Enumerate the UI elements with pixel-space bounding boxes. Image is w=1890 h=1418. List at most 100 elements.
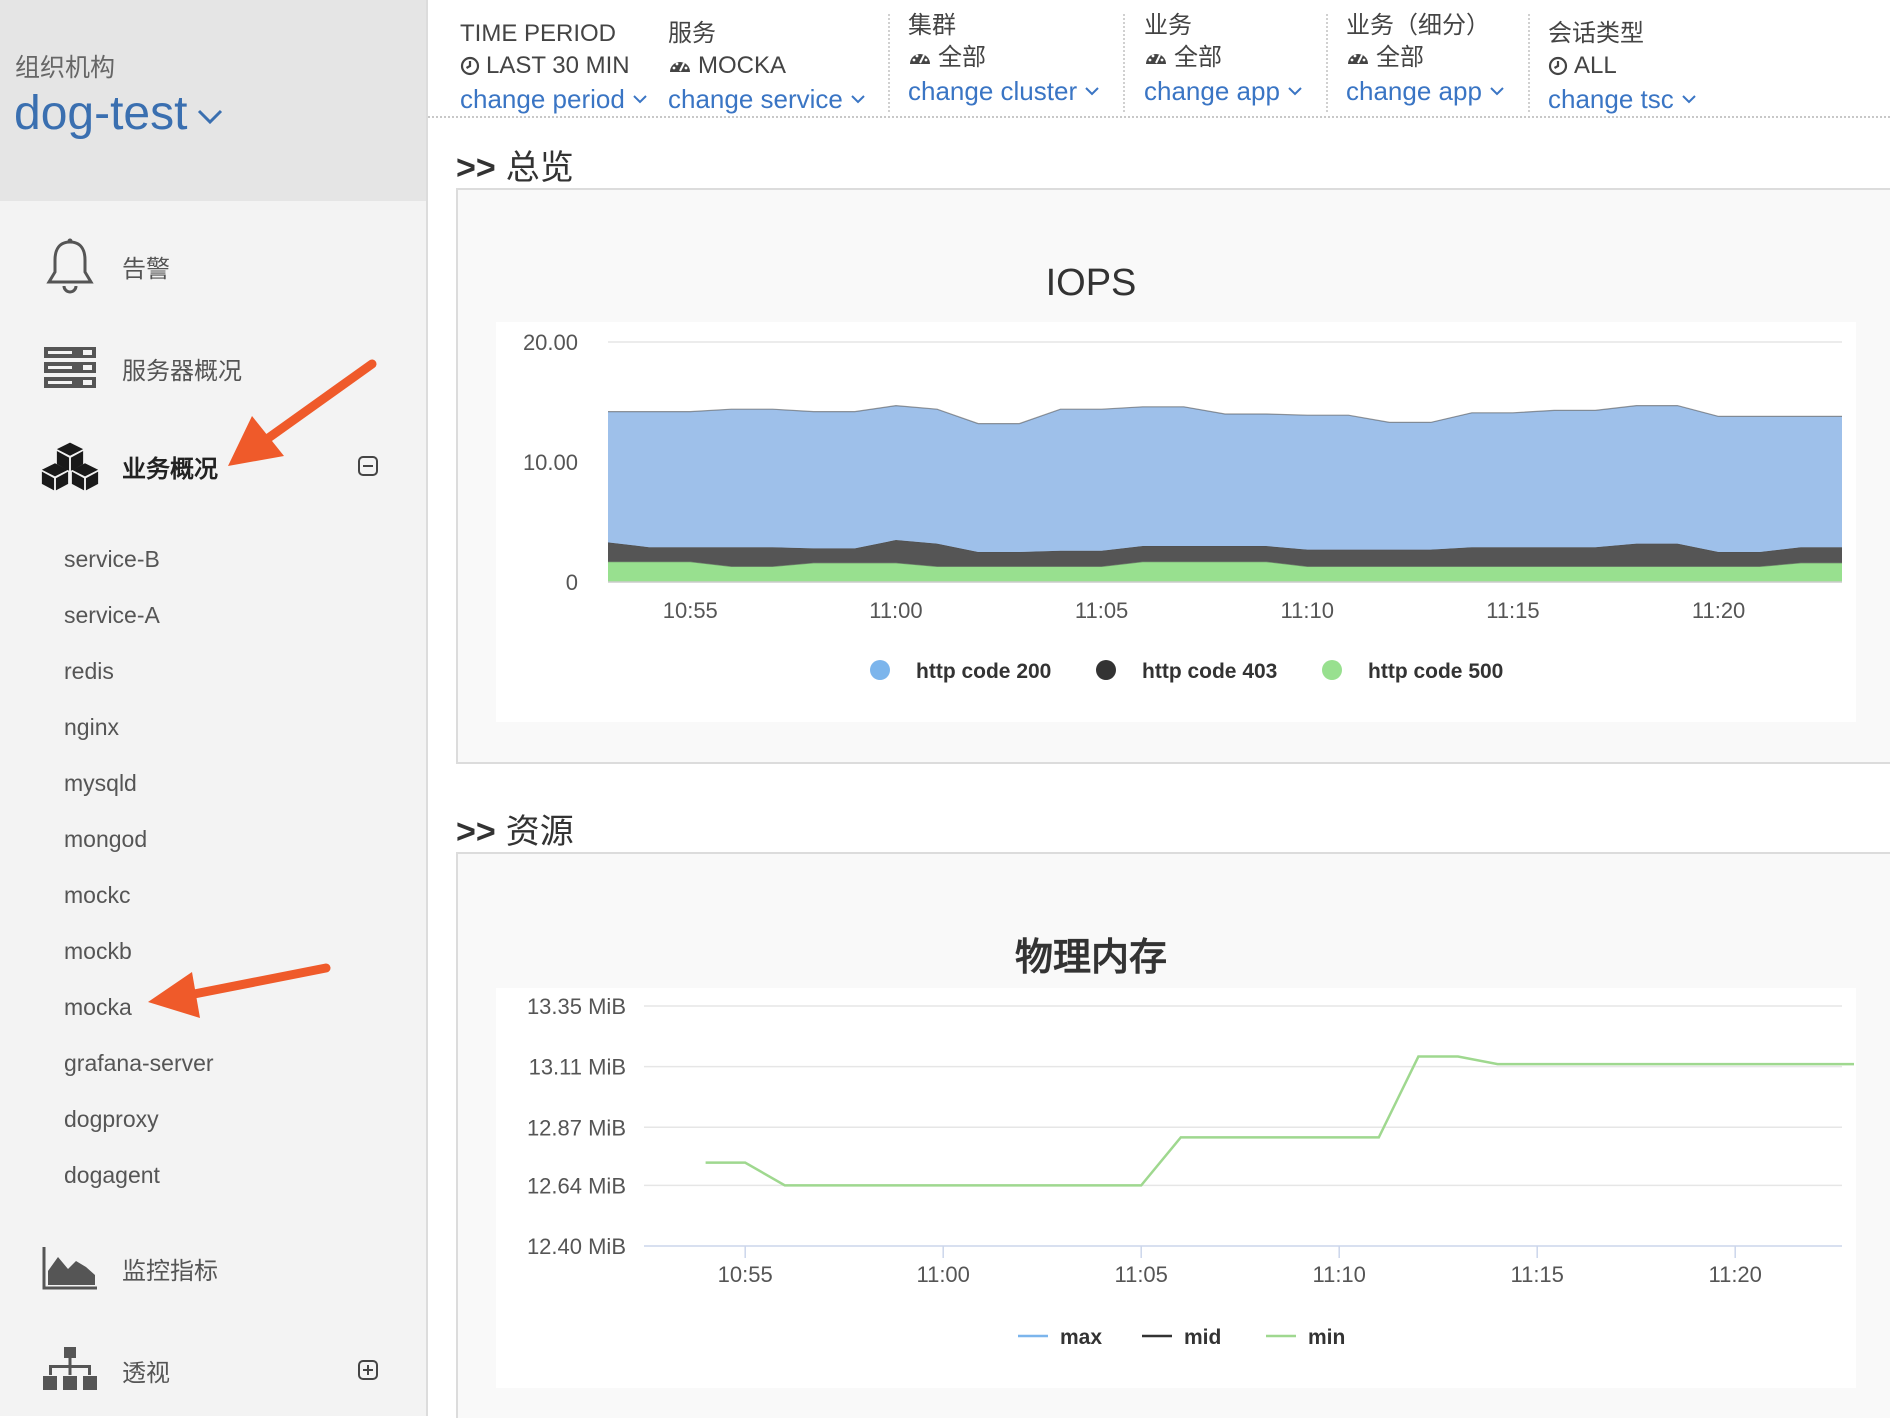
chevron-down-icon (1490, 87, 1504, 96)
service-item-dogproxy[interactable]: dogproxy (64, 1106, 159, 1133)
filter-app: 业务 全部 change app (1144, 10, 1302, 110)
legend-marker (1322, 660, 1342, 680)
filter-separator (888, 14, 890, 112)
nav-label-metrics: 监控指标 (122, 1257, 218, 1285)
service-item-mocka[interactable]: mocka (64, 994, 132, 1021)
filter-value-text: MOCKA (698, 52, 787, 79)
x-tick-label: 11:10 (1312, 1262, 1365, 1287)
nav-label-perspective: 透视 (122, 1359, 170, 1387)
nav-label-alerts: 告警 (122, 255, 170, 283)
filter-value: MOCKA (668, 50, 865, 82)
filter-value-text: LAST 30 MIN (486, 52, 630, 79)
change-period-link[interactable]: change period (460, 82, 647, 116)
change-app-link[interactable]: change app (1144, 74, 1302, 108)
filter-link-text: change app (1346, 76, 1482, 106)
nav-label-business: 业务概况 (122, 455, 218, 483)
section-title-text: 资源 (505, 813, 574, 851)
x-tick-label: 11:15 (1510, 1262, 1563, 1287)
filter-title: 会话类型 (1548, 20, 1644, 47)
server-rack-icon (40, 338, 100, 398)
area-chart-icon (40, 1238, 100, 1298)
y-tick-label: 12.40 MiB (527, 1234, 626, 1259)
chevron-down-icon (851, 95, 865, 104)
service-item-mockb[interactable]: mockb (64, 938, 132, 965)
filter-title: TIME PERIOD (460, 20, 617, 47)
filter-title: 业务 (1144, 12, 1192, 39)
service-item-service-b[interactable]: service-B (64, 546, 160, 573)
filter-link-text: change cluster (908, 76, 1078, 106)
y-tick-label: 10.00 (523, 450, 578, 475)
filter-value: 全部 (908, 42, 1099, 74)
service-item-mockc[interactable]: mockc (64, 882, 130, 909)
org-dropdown[interactable]: dog-test (14, 86, 223, 141)
gauge-icon (670, 62, 690, 72)
filter-cluster: 集群 全部 change cluster (908, 10, 1099, 110)
filter-value-text: 全部 (1376, 44, 1424, 71)
filter-value-text: ALL (1574, 52, 1617, 79)
service-item-nginx[interactable]: nginx (64, 714, 119, 741)
section-title-resources: >> 资源 (456, 804, 574, 853)
service-item-mongod[interactable]: mongod (64, 826, 147, 853)
area-series-http-code-200 (608, 405, 1842, 552)
x-tick-label: 11:05 (1114, 1262, 1167, 1287)
change-app-detail-link[interactable]: change app (1346, 74, 1504, 108)
filter-value: 全部 (1346, 42, 1504, 74)
expand-icon[interactable] (358, 1360, 378, 1380)
org-selector-box: 组织机构 dog-test (0, 0, 426, 201)
section-title-text: 总览 (505, 149, 574, 187)
nav-item-alerts[interactable]: 告警 (0, 226, 426, 306)
legend-label: max (1060, 1326, 1102, 1349)
nav-item-perspective[interactable]: 透视 (0, 1330, 426, 1410)
chevron-down-icon (198, 109, 223, 124)
filter-title: 集群 (908, 12, 956, 39)
service-item-dogagent[interactable]: dogagent (64, 1162, 160, 1189)
change-service-link[interactable]: change service (668, 82, 865, 116)
x-tick-label: 11:10 (1281, 598, 1334, 623)
filter-link-text: change service (668, 84, 843, 114)
filter-session-type: 会话类型 ALL change tsc (1548, 18, 1696, 118)
line-series-min (705, 1055, 1854, 1187)
service-item-mysqld[interactable]: mysqld (64, 770, 137, 797)
change-cluster-link[interactable]: change cluster (908, 74, 1099, 108)
service-item-grafana-server[interactable]: grafana-server (64, 1050, 214, 1077)
y-tick-label: 13.11 MiB (529, 1055, 626, 1080)
filter-separator (1528, 14, 1530, 112)
x-tick-label: 11:05 (1075, 598, 1128, 623)
cubes-icon (40, 436, 100, 496)
filter-link-text: change tsc (1548, 84, 1674, 114)
chevron-down-icon (1085, 87, 1099, 96)
filter-service: 服务 MOCKA change service (668, 18, 865, 118)
x-tick-label: 11:20 (1692, 598, 1745, 623)
clock-icon (460, 56, 480, 76)
legend-label: http code 500 (1368, 660, 1503, 683)
legend-label: http code 403 (1142, 660, 1277, 683)
legend-marker (1096, 660, 1116, 680)
clock-icon (1548, 56, 1568, 76)
x-tick-label: 11:15 (1486, 598, 1539, 623)
filter-link-text: change app (1144, 76, 1280, 106)
x-tick-label: 11:00 (916, 1262, 969, 1287)
chevron-down-icon (633, 95, 647, 104)
nav-item-metrics[interactable]: 监控指标 (0, 1228, 426, 1308)
resources-panel: 物理内存 13.35 MiB 13.11 MiB 12.87 MiB 12.64 Mi… (456, 852, 1890, 1418)
filter-separator (1123, 14, 1125, 112)
filter-title: 服务 (668, 20, 716, 47)
y-tick-label: 12.64 MiB (527, 1173, 626, 1198)
x-tick-label: 11:20 (1708, 1262, 1761, 1287)
chevron-down-icon (1288, 87, 1302, 96)
annotation-arrow-icon (228, 359, 377, 466)
overview-panel: IOPS 20.00 10.00 0 10:55 11:00 11:05 11:10 11:1… (456, 188, 1890, 764)
filter-value-text: 全部 (938, 44, 986, 71)
change-tsc-link[interactable]: change tsc (1548, 82, 1696, 116)
section-prefix: >> (456, 149, 496, 187)
service-item-service-a[interactable]: service-A (64, 602, 160, 629)
y-tick-label: 0 (566, 570, 578, 595)
org-label: 组织机构 (15, 54, 116, 82)
section-prefix: >> (456, 813, 496, 851)
memory-chart: 13.35 MiB 13.11 MiB 12.87 MiB 12.64 MiB 12.4… (527, 994, 1854, 1349)
gauge-icon (910, 54, 930, 64)
iops-chart: 20.00 10.00 0 10:55 11:00 11:05 11:10 11:15 11:2… (523, 330, 1842, 683)
filter-value: ALL (1548, 50, 1696, 82)
service-item-redis[interactable]: redis (64, 658, 114, 685)
bell-icon (40, 236, 100, 296)
